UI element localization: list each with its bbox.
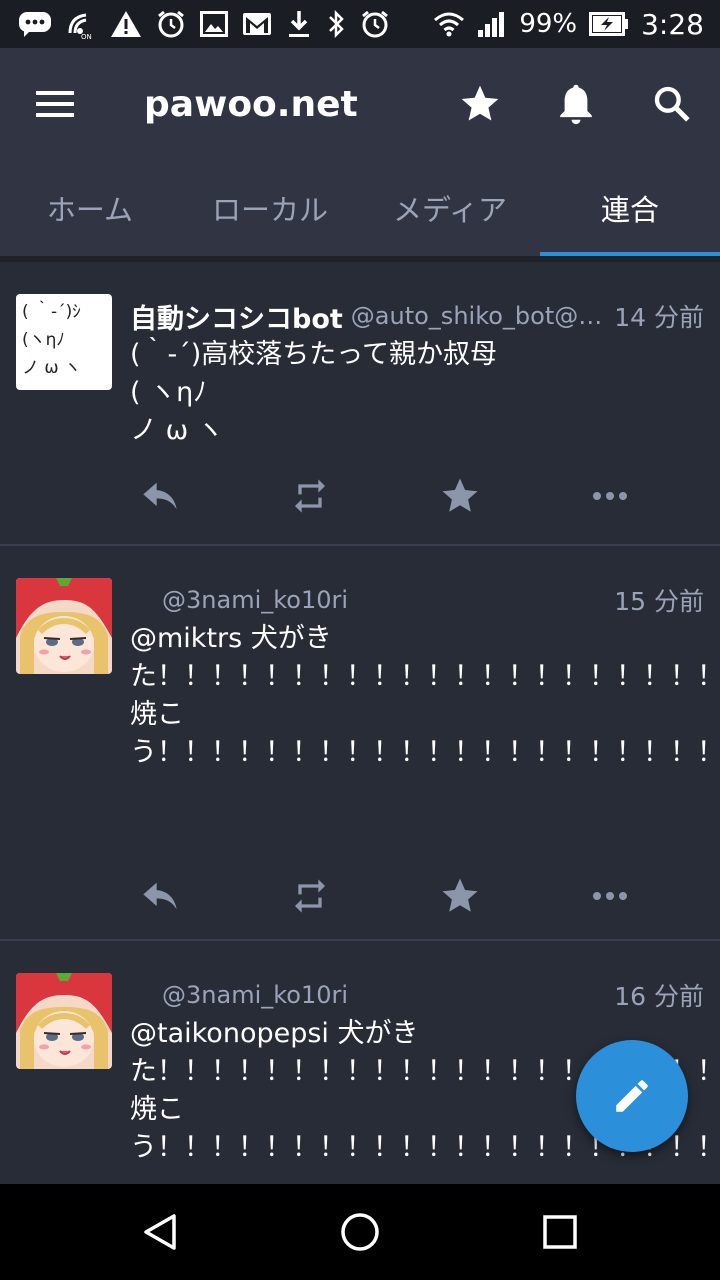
warning-icon xyxy=(110,9,142,39)
more-icon xyxy=(593,492,627,500)
search-button[interactable] xyxy=(648,78,696,130)
timestamp[interactable]: 15 分前 xyxy=(614,582,704,618)
image-icon xyxy=(200,11,228,37)
notifications-button[interactable] xyxy=(552,78,600,130)
menu-button[interactable] xyxy=(30,82,82,126)
status-content: @miktrs 犬がきた！！！！！！！！！！！！！！！！！！！！！！！！！！！！… xyxy=(130,623,720,768)
battery-charging-icon xyxy=(589,12,629,36)
status-header: @3nami_ko10ri 15 分前 xyxy=(130,580,704,620)
boost-button[interactable] xyxy=(280,866,340,926)
timeline-tabs: ホーム ローカル メディア 連合 xyxy=(0,160,720,256)
boost-icon xyxy=(295,879,325,913)
gmail-icon xyxy=(242,12,272,36)
battery-percent: 99% xyxy=(519,9,578,39)
reply-button[interactable] xyxy=(130,866,190,926)
favourites-button[interactable] xyxy=(456,78,504,130)
message-notification-icon xyxy=(18,11,52,37)
system-nav-bar xyxy=(0,1184,720,1280)
account-handle[interactable]: @auto_shiko_bot@mst... xyxy=(351,302,606,330)
back-icon xyxy=(144,1214,176,1250)
recents-button[interactable] xyxy=(534,1206,586,1258)
avatar[interactable]: ( ｀-´)ｼ (ヽηﾉ ノ ω ヽ xyxy=(16,294,112,390)
status-header: @3nami_ko10ri 16 分前 xyxy=(130,975,704,1015)
boost-icon xyxy=(295,479,325,513)
favourite-icon xyxy=(442,478,478,512)
alarm-clock-icon xyxy=(360,9,390,39)
avatar-ascii-art: ( ｀-´)ｼ (ヽηﾉ ノ ω ヽ xyxy=(22,302,82,378)
status-item[interactable]: ( ｀-´)ｼ (ヽηﾉ ノ ω ヽ 自動シコシコbot @auto_shiko… xyxy=(0,262,720,546)
compose-icon xyxy=(616,1080,648,1112)
status-actions xyxy=(130,866,670,926)
favourite-button[interactable] xyxy=(430,866,490,926)
more-button[interactable] xyxy=(580,866,640,926)
menu-icon xyxy=(36,91,74,117)
more-icon xyxy=(593,892,627,900)
status-header: 自動シコシコbot @auto_shiko_bot@mst... 14 分前 xyxy=(130,296,704,336)
tab-media[interactable]: メディア xyxy=(360,160,540,256)
status-item[interactable]: @3nami_ko10ri 15 分前 @miktrs 犬がきた！！！！！！！！… xyxy=(0,546,720,941)
account-handle[interactable]: @3nami_ko10ri xyxy=(162,586,606,614)
clock: 3:28 xyxy=(641,7,704,41)
alarm-icon xyxy=(156,9,186,39)
cell-signal-icon xyxy=(477,10,507,38)
reply-icon xyxy=(143,882,177,910)
app-title: pawoo.net xyxy=(144,84,358,125)
display-name[interactable]: 自動シコシコbot xyxy=(130,297,343,336)
boost-button[interactable] xyxy=(280,466,340,526)
avatar[interactable] xyxy=(16,973,112,1069)
wifi-icon xyxy=(433,11,465,37)
favourite-icon xyxy=(442,878,478,912)
call-signal-icon: ON xyxy=(66,9,96,39)
svg-text:ON: ON xyxy=(81,33,92,39)
more-button[interactable] xyxy=(580,466,640,526)
timestamp[interactable]: 16 分前 xyxy=(614,977,704,1013)
status-bar: ON 99% 3:28 xyxy=(0,0,720,48)
back-button[interactable] xyxy=(134,1206,186,1258)
status-actions xyxy=(130,466,670,526)
tab-local[interactable]: ローカル xyxy=(180,160,360,256)
search-icon xyxy=(654,86,690,122)
reply-icon xyxy=(143,482,177,510)
recents-icon xyxy=(543,1215,577,1249)
tab-federated[interactable]: 連合 xyxy=(540,160,720,256)
avatar[interactable] xyxy=(16,578,112,674)
home-button[interactable] xyxy=(334,1206,386,1258)
star-icon xyxy=(461,85,499,121)
timestamp[interactable]: 14 分前 xyxy=(614,298,704,334)
bell-icon xyxy=(560,84,592,125)
tab-home[interactable]: ホーム xyxy=(0,160,180,256)
favourite-button[interactable] xyxy=(430,466,490,526)
app-bar: pawoo.net xyxy=(0,48,720,160)
download-icon xyxy=(286,9,312,39)
account-handle[interactable]: @3nami_ko10ri xyxy=(162,981,606,1009)
bluetooth-icon xyxy=(326,9,346,39)
status-content: (｀-´)高校落ちたって親か叔母 ( ヽηﾉ ノ ω ヽ xyxy=(130,339,497,446)
compose-button[interactable] xyxy=(576,1040,688,1152)
anime-character-avatar xyxy=(16,578,112,674)
home-icon xyxy=(341,1213,379,1251)
reply-button[interactable] xyxy=(130,466,190,526)
anime-character-avatar xyxy=(16,973,112,1069)
